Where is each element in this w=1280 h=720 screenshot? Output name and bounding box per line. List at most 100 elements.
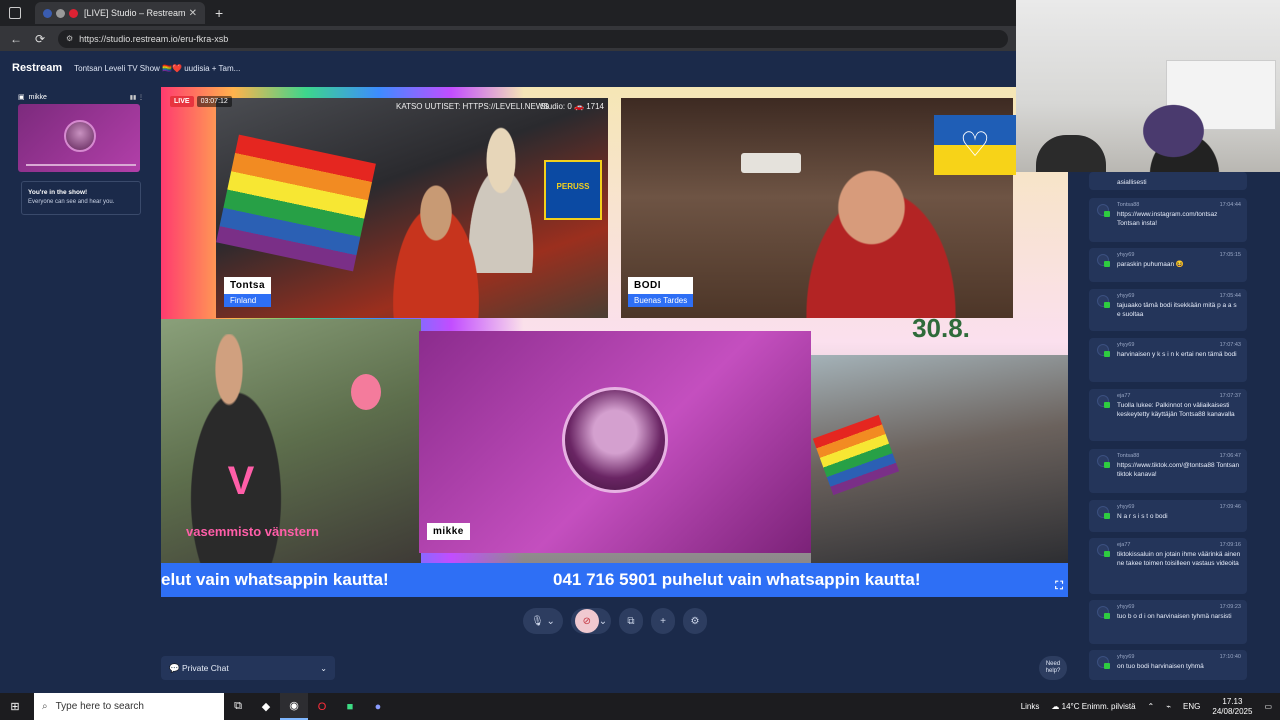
restream-logo[interactable]: Restream	[12, 62, 62, 74]
nametag-name: BODI	[628, 277, 694, 294]
chat-username: yhyy69	[1117, 252, 1135, 258]
taskbar-clock[interactable]: 17.13 24/08/2025	[1212, 697, 1252, 717]
camera-toggle-button[interactable]: ⊘ ⌄	[571, 608, 611, 634]
site-info-icon[interactable]: ⚙	[66, 34, 73, 43]
chat-timestamp: 17:04:44	[1219, 202, 1241, 208]
new-tab-icon[interactable]: +	[215, 5, 223, 21]
avatar	[64, 120, 96, 152]
overlay-news-text: KATSO UUTISET: HTTPS://LEVELI.NEWS	[396, 102, 549, 111]
system-tray: Links ☁ 14°C Enimm. pilvistä ⌃ ⌁ ENG 17.…	[1021, 697, 1280, 717]
links-toolbar[interactable]: Links	[1021, 702, 1040, 711]
opera-browser-icon[interactable]: O	[308, 693, 336, 720]
party-logo-text: vasemmisto vänstern	[186, 524, 319, 539]
share-screen-button[interactable]: ⧉	[619, 608, 643, 634]
studio-controls: 🎙 ⌄ ⊘ ⌄ ⧉ + ⚙	[523, 607, 713, 635]
chat-message: yhyy69 17:09:46 N a r s i s t o bodi	[1089, 500, 1247, 532]
edge-browser-icon[interactable]: ◉	[280, 693, 308, 720]
host-person-image	[376, 168, 496, 318]
chat-message: asiallisesti	[1089, 172, 1247, 190]
guest-name: mikke	[28, 93, 47, 101]
overlay-studio-text: Studio: 0 🚗 1714	[540, 102, 604, 111]
need-help-button[interactable]: Need help?	[1039, 656, 1067, 680]
chat-message: yhyy69 17:07:43 harvinaisen y k s i n k er…	[1089, 338, 1247, 382]
signal-icon: ▮▮ ⋮	[129, 94, 144, 101]
network-icon[interactable]: ⌁	[1166, 702, 1171, 711]
reload-icon[interactable]: ⟳	[32, 32, 48, 46]
rainbow-flag-image	[812, 414, 900, 496]
chat-avatar	[1097, 295, 1110, 308]
heart-flag-icon: ♡	[934, 115, 1016, 175]
camera-mikke[interactable]	[419, 331, 811, 553]
chat-username: yhyy69	[1117, 604, 1135, 610]
fullscreen-icon[interactable]: ⛶	[1055, 580, 1063, 593]
clock-time: 17.13	[1222, 696, 1243, 706]
search-placeholder: Type here to search	[55, 701, 144, 712]
chevron-down-icon: ⌄	[320, 663, 327, 673]
chat-timestamp: 17:09:23	[1219, 604, 1241, 610]
chat-text: asiallisesti	[1117, 179, 1147, 186]
chair-image	[1036, 135, 1106, 172]
settings-button[interactable]: ⚙	[683, 608, 707, 634]
chat-avatar	[1097, 506, 1110, 519]
chat-username: eja77	[1117, 542, 1131, 548]
private-chat-label: Private Chat	[181, 663, 229, 673]
chat-message: eja77 17:07:37 Tuolla lukee: Palkinnot on …	[1089, 389, 1247, 441]
taskbar-search[interactable]: ⌕ Type here to search	[34, 693, 224, 720]
language-indicator[interactable]: ENG	[1183, 702, 1200, 711]
address-bar-row: ← ⟳ ⚙ https://studio.restream.io/eru-fkr…	[0, 26, 1016, 51]
app-icon[interactable]: ■	[336, 693, 364, 720]
guest-card[interactable]: ▣ mikke ▮▮ ⋮	[18, 93, 144, 179]
search-icon: ⌕	[42, 701, 48, 712]
browser-tab-active[interactable]: [LIVE] Studio – Restream ✕	[35, 2, 205, 24]
chat-username: yhyy69	[1117, 504, 1135, 510]
browser-tab-bar: [LIVE] Studio – Restream ✕ +	[0, 0, 1016, 26]
chat-avatar	[1097, 455, 1110, 468]
chat-username: eja77	[1117, 393, 1131, 399]
tab-favicon-icon	[43, 8, 52, 18]
windows-taskbar: ⊞ ⌕ Type here to search ⧉ ◆ ◉ O ■ ● Link…	[0, 693, 1280, 720]
notifications-icon[interactable]: ▭	[1264, 702, 1272, 711]
chat-message-header: Tontsa88 17:04:44	[1117, 202, 1241, 208]
chat-message-header: yhyy69 17:07:43	[1117, 342, 1241, 348]
chat-message: yhyy69 17:10:40 on tuo bodi harvinaisen ty…	[1089, 650, 1247, 680]
chat-avatar	[1097, 395, 1110, 408]
chat-username: Tontsa88	[1117, 202, 1140, 208]
url-field[interactable]: ⚙ https://studio.restream.io/eru-fkra-xs…	[58, 29, 1008, 48]
ticker-banner: elut vain whatsappin kautta! 041 716 590…	[161, 563, 1068, 597]
add-button[interactable]: +	[651, 608, 675, 634]
weather-widget[interactable]: ☁ 14°C Enimm. pilvistä	[1051, 702, 1135, 711]
party-logo-icon: V	[227, 459, 255, 503]
overlay-banner: KATSO UUTISET: HTTPS://LEVELI.NEWS Studi…	[396, 102, 608, 116]
chat-panel: asiallisesti Tontsa88 17:04:44 https://www.…	[1080, 172, 1280, 680]
windows-start-icon[interactable]: ⊞	[0, 700, 30, 713]
discord-icon[interactable]: ●	[364, 693, 392, 720]
chat-text: https://www.tiktok.com/@tontsa88 Tontsan…	[1117, 462, 1240, 478]
chat-avatar	[1097, 204, 1110, 217]
notice-title: You're in the show!	[28, 189, 88, 196]
chat-text: Tuolla lukee: Palkinnot on väliaikaisest…	[1117, 402, 1235, 418]
guest-preview[interactable]	[18, 104, 140, 172]
chat-avatar	[1097, 344, 1110, 357]
tray-chevron-icon[interactable]: ⌃	[1148, 702, 1155, 711]
camera-tontsa[interactable]: KATSO UUTISET: HTTPS://LEVELI.NEWS Studi…	[216, 98, 608, 318]
chat-message-header: yhyy69 17:09:23	[1117, 604, 1241, 610]
chat-message-header: Tontsa88 17:06:47	[1117, 453, 1241, 459]
chat-timestamp: 17:05:44	[1219, 293, 1241, 299]
private-chat-button[interactable]: 💬 Private Chat ⌄	[161, 656, 335, 680]
webcam-overlay	[1016, 0, 1280, 172]
window-menu-icon[interactable]	[9, 7, 21, 19]
widgets-app-icon[interactable]: ◆	[252, 693, 280, 720]
chat-timestamp: 17:07:43	[1219, 342, 1241, 348]
chat-message: yhyy69 17:05:15 paraskin puhumaan 😆	[1089, 248, 1247, 282]
tab-record-icon	[56, 8, 65, 18]
close-tab-icon[interactable]: ✕	[189, 8, 197, 19]
chat-avatar	[1097, 254, 1110, 267]
back-icon[interactable]: ←	[8, 32, 24, 46]
task-view-icon[interactable]: ⧉	[224, 693, 252, 720]
show-title[interactable]: Tontsan Leveli TV Show 🏳️‍🌈❤️ uudisia + …	[74, 64, 240, 73]
chat-message: Tontsa88 17:06:47 https://www.tiktok.com/@…	[1089, 449, 1247, 493]
chat-text: paraskin puhumaan 😆	[1117, 261, 1184, 268]
microphone-button[interactable]: 🎙 ⌄	[523, 608, 563, 634]
tab-title: [LIVE] Studio – Restream	[84, 8, 186, 18]
stage-canvas: KATSO UUTISET: HTTPS://LEVELI.NEWS Studi…	[161, 87, 1068, 597]
